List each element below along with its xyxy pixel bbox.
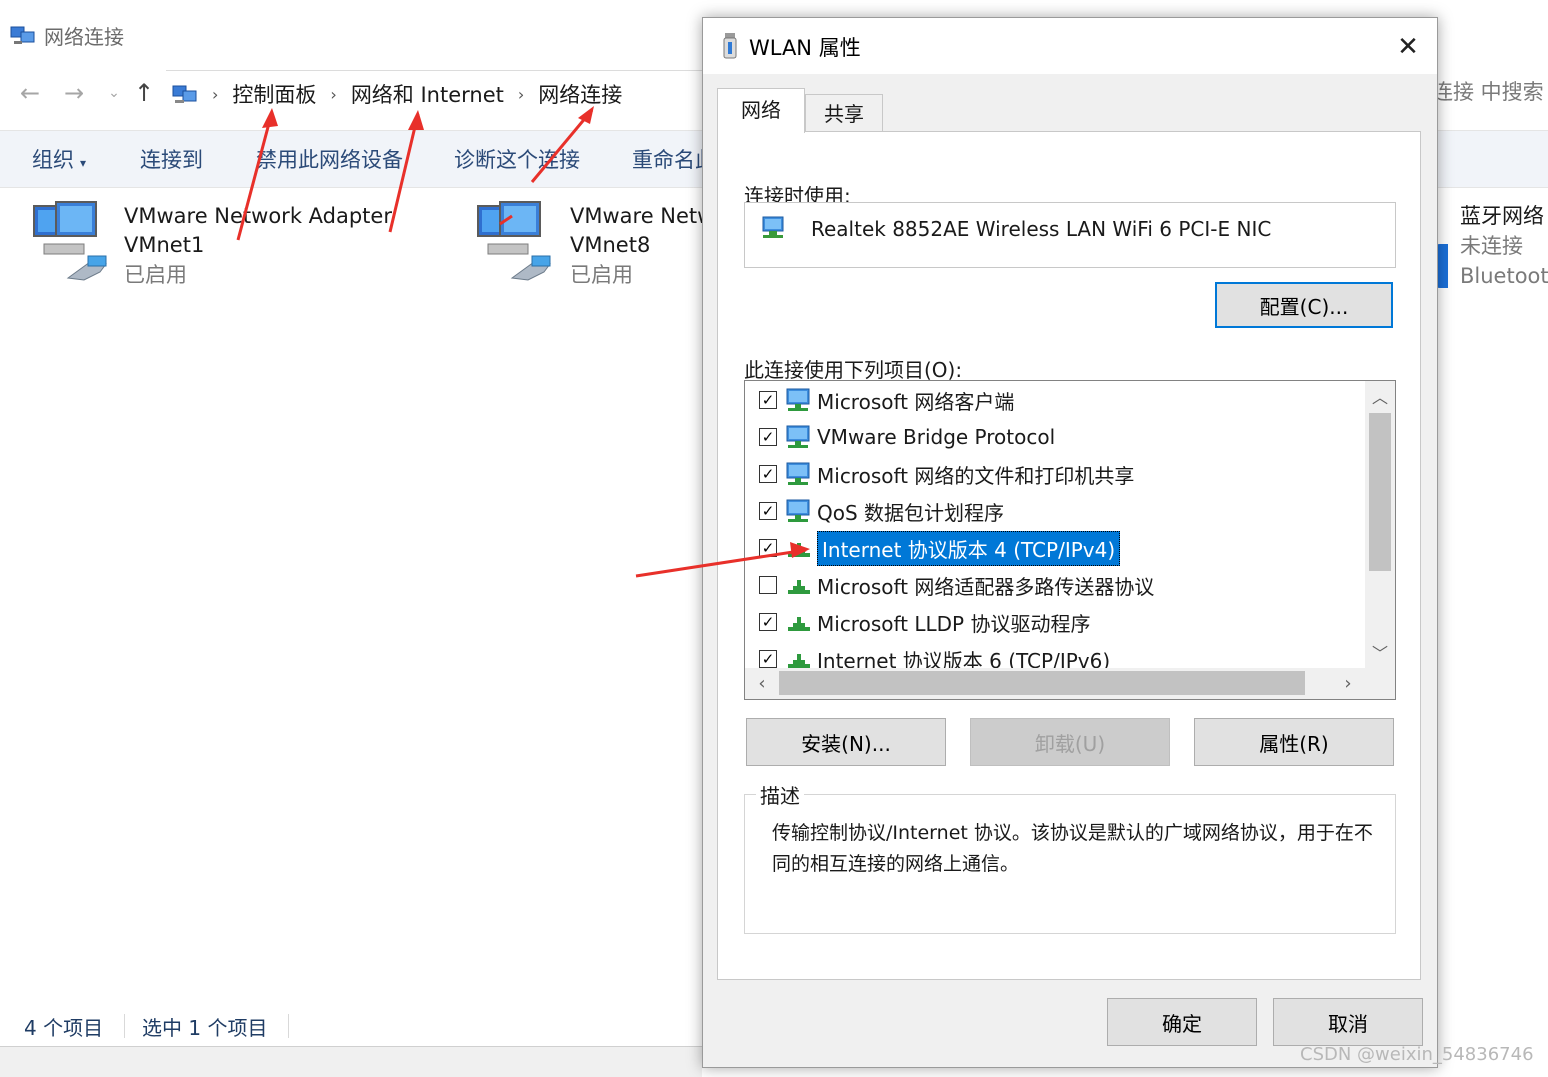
adapter-subname: VMnet8 (570, 233, 651, 257)
scroll-right-chevron-icon[interactable]: › (1333, 669, 1363, 699)
watermark: CSDN @weixin_54836746 (1300, 1044, 1534, 1065)
breadcrumb-control-panel[interactable]: 控制面板 (232, 79, 316, 109)
network-adapter-icon (762, 216, 784, 238)
up-arrow-icon[interactable]: ↑ (130, 78, 158, 108)
top-strip (0, 0, 1548, 10)
ok-button[interactable]: 确定 (1107, 998, 1257, 1046)
wlan-adapter-icon (723, 33, 737, 59)
uninstall-button[interactable]: 卸载(U) (970, 718, 1170, 766)
tab-networking[interactable]: 网络 (717, 88, 805, 133)
component-label: Microsoft 网络适配器多路传送器协议 (817, 574, 1155, 599)
wlan-properties-dialog: WLAN 属性 ✕ 共享 网络 连接时使用: Realtek 8852AE Wi… (702, 17, 1438, 1068)
tab-sharing[interactable]: 共享 (805, 94, 883, 133)
vertical-scroll-thumb[interactable] (1369, 413, 1391, 571)
breadcrumb-separator-icon: › (330, 84, 337, 104)
diagnose-button[interactable]: 诊断这个连接 (454, 144, 580, 174)
adapter-name-text: Realtek 8852AE Wireless LAN WiFi 6 PCI-E… (811, 217, 1272, 241)
components-label: 此连接使用下列项目(O): (744, 358, 963, 382)
breadcrumb-network-internet[interactable]: 网络和 Internet (351, 79, 504, 109)
connect-to-button[interactable]: 连接到 (140, 144, 203, 174)
horizontal-scroll-thumb[interactable] (779, 671, 1305, 695)
network-folder-icon (10, 26, 35, 44)
list-item[interactable]: ✓ VMware Bridge Protocol (745, 420, 1385, 454)
search-box[interactable]: 连接 中搜索 (1432, 76, 1544, 106)
breadcrumb-separator-icon: › (212, 84, 219, 104)
checkbox[interactable] (759, 576, 777, 594)
protocol-icon (788, 617, 810, 631)
component-label: QoS 数据包计划程序 (817, 500, 1005, 525)
description-legend: 描述 (756, 780, 804, 809)
component-label: Microsoft 网络的文件和打印机共享 (817, 463, 1135, 488)
component-label: VMware Bridge Protocol (817, 425, 1056, 449)
list-item[interactable]: ✓ Microsoft 网络客户端 (745, 383, 1385, 417)
install-button[interactable]: 安装(N)... (746, 718, 946, 766)
scroll-down-chevron-icon[interactable]: ﹀ (1365, 639, 1395, 669)
properties-button[interactable]: 属性(R) (1194, 718, 1394, 766)
adapter-subname: 未连接 (1460, 234, 1523, 258)
network-client-icon (786, 462, 810, 485)
configure-button[interactable]: 配置(C)... (1215, 282, 1393, 328)
breadcrumb-network-connections[interactable]: 网络连接 (538, 79, 622, 109)
dropdown-caret-icon: ▾ (80, 156, 87, 170)
organize-label: 组织 (32, 148, 74, 172)
component-label: Internet 协议版本 4 (TCP/IPv4) (817, 530, 1121, 566)
adapter-vmnet1[interactable]: VMware Network Adapter VMnet1 已启用 (124, 202, 392, 290)
rename-button[interactable]: 重命名此 (632, 144, 702, 174)
organize-menu[interactable]: 组织 ▾ (32, 144, 86, 174)
adapter-vmnet1-icon[interactable] (30, 200, 116, 290)
checkbox[interactable]: ✓ (759, 650, 777, 668)
adapter-field: Realtek 8852AE Wireless LAN WiFi 6 PCI-E… (744, 202, 1396, 268)
networking-panel: 连接时使用: Realtek 8852AE Wireless LAN WiFi … (717, 131, 1421, 980)
checkbox[interactable]: ✓ (759, 391, 777, 409)
window-title: 网络连接 (10, 18, 124, 52)
checkbox[interactable]: ✓ (759, 502, 777, 520)
status-divider (124, 1014, 125, 1038)
protocol-icon (788, 543, 810, 557)
checkbox[interactable]: ✓ (759, 613, 777, 631)
window-title-text: 网络连接 (44, 24, 124, 49)
status-divider (288, 1014, 289, 1038)
scroll-up-chevron-icon[interactable]: ︿ (1365, 383, 1395, 413)
scroll-left-chevron-icon[interactable]: ‹ (747, 669, 777, 699)
adapter-name: 蓝牙网络 (1460, 204, 1544, 228)
item-count: 4 个项目 (24, 1016, 104, 1040)
dialog-title: WLAN 属性 (749, 36, 861, 60)
description-text: 传输控制协议/Internet 协议。该协议是默认的广域网络协议，用于在不同的相… (772, 822, 1373, 875)
components-list[interactable]: ✓ Microsoft 网络客户端 ✓ VMware Bridge Protoc… (744, 380, 1396, 700)
network-client-icon (786, 499, 810, 522)
breadcrumb-separator-icon: › (517, 84, 525, 104)
adapter-name: VMware Netw (570, 204, 702, 228)
adapter-vmnet8[interactable]: VMware Netw VMnet8 已启用 (570, 202, 702, 290)
adapter-subname: VMnet1 (124, 233, 205, 257)
adapter-status: 已启用 (570, 263, 633, 287)
selected-count: 选中 1 个项目 (142, 1016, 268, 1040)
component-label: Microsoft LLDP 协议驱动程序 (817, 611, 1091, 636)
adapter-status: Bluetoot (1460, 264, 1548, 288)
adapter-name: VMware Network Adapter (124, 204, 392, 228)
network-client-icon (786, 388, 810, 411)
list-item[interactable]: ✓ Microsoft LLDP 协议驱动程序 (745, 605, 1385, 639)
close-icon[interactable]: ✕ (1391, 30, 1425, 64)
adapter-vmnet8-icon[interactable] (474, 200, 560, 290)
disable-device-button[interactable]: 禁用此网络设备 (256, 144, 403, 174)
protocol-icon (788, 580, 810, 594)
checkbox[interactable]: ✓ (759, 428, 777, 446)
list-item-ipv4-selected[interactable]: ✓ Internet 协议版本 4 (TCP/IPv4) (745, 530, 1385, 566)
adapter-bluetooth[interactable]: 蓝牙网络 未连接 Bluetoot (1460, 202, 1548, 291)
checkbox[interactable]: ✓ (759, 539, 777, 557)
component-label: Microsoft 网络客户端 (817, 389, 1015, 414)
network-client-icon (786, 425, 810, 448)
cancel-button[interactable]: 取消 (1273, 998, 1423, 1046)
list-item[interactable]: ✓ Microsoft 网络的文件和打印机共享 (745, 457, 1385, 491)
checkbox[interactable]: ✓ (759, 465, 777, 483)
list-item[interactable]: Microsoft 网络适配器多路传送器协议 (745, 568, 1385, 602)
list-item[interactable]: ✓ QoS 数据包计划程序 (745, 494, 1385, 528)
adapter-status: 已启用 (124, 263, 187, 287)
forward-arrow-icon[interactable]: → (60, 78, 88, 108)
back-arrow-icon[interactable]: ← (16, 78, 44, 108)
recent-chevron-down-icon[interactable]: ⌄ (100, 78, 128, 108)
breadcrumb: › 控制面板 › 网络和 Internet › 网络连接 (172, 74, 622, 114)
taskbar-strip (0, 1046, 702, 1077)
control-panel-icon (172, 85, 197, 103)
